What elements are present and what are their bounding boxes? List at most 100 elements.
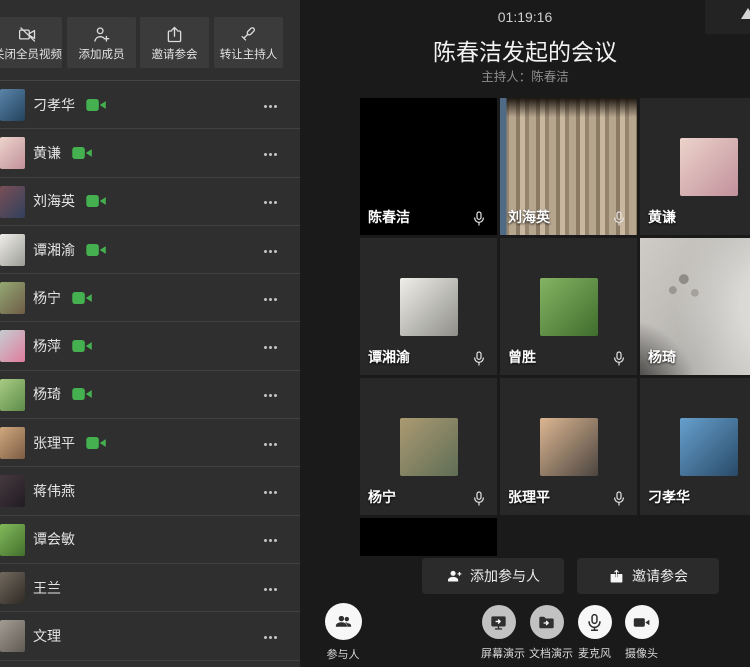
- participant-avatar: [0, 282, 25, 314]
- participant-name: 谭会敏: [33, 529, 75, 549]
- participant-row[interactable]: 杨琦: [0, 371, 300, 419]
- toolbar: 关闭全员视频 添加成员: [0, 0, 300, 81]
- toolbar-button-label: 邀请参会: [152, 50, 198, 62]
- mic-icon: [471, 210, 487, 228]
- participant-avatar: [0, 572, 25, 604]
- more-options-icon[interactable]: [264, 588, 278, 592]
- mic-icon: [471, 350, 487, 368]
- toolbar-button-label: 转让主持人: [220, 50, 278, 62]
- tile-avatar: [540, 278, 598, 336]
- tile-avatar: [680, 138, 738, 196]
- doc-share-button[interactable]: 文档演示: [529, 605, 564, 661]
- mic-icon: [611, 490, 627, 508]
- more-options-icon[interactable]: [264, 298, 278, 302]
- participant-list: 刁孝华 黄谦 刘海英: [0, 81, 300, 667]
- more-options-icon[interactable]: [264, 394, 278, 398]
- participant-row[interactable]: 谭湘渝: [0, 226, 300, 274]
- tile-participant-name: 张理平: [508, 487, 550, 507]
- more-options-icon[interactable]: [264, 491, 278, 495]
- participant-row[interactable]: 黄谦: [0, 129, 300, 177]
- tile-participant-name: 谭湘渝: [368, 347, 410, 367]
- participant-row[interactable]: 文理: [0, 612, 300, 660]
- invite-meeting-label: 邀请参会: [632, 566, 688, 586]
- participant-name: 刘海英: [33, 191, 75, 211]
- video-tile[interactable]: 曾胜: [500, 238, 637, 375]
- participant-name: 刁孝华: [33, 95, 75, 115]
- participant-row[interactable]: 杨萍: [0, 322, 300, 370]
- toolbar-button-label: 添加成员: [79, 50, 125, 62]
- screen-share-icon: [482, 605, 516, 639]
- add-participant-label: 添加参与人: [470, 566, 540, 586]
- video-tile[interactable]: 杨宁: [360, 378, 497, 515]
- mic-icon: [611, 210, 627, 228]
- participant-row[interactable]: 刁孝华: [0, 81, 300, 129]
- video-tile[interactable]: 刘海英: [500, 98, 637, 235]
- camera-on-icon: [86, 98, 107, 111]
- tile-avatar: [680, 418, 738, 476]
- video-tile[interactable]: 黄谦: [640, 98, 750, 235]
- more-options-icon[interactable]: [264, 105, 278, 109]
- participant-avatar: [0, 427, 25, 459]
- screen-share-label: 屏幕演示: [481, 645, 516, 661]
- participant-row[interactable]: 杨宁: [0, 274, 300, 322]
- video-tile[interactable]: 刁孝华: [640, 378, 750, 515]
- participant-avatar: [0, 620, 25, 652]
- more-options-icon[interactable]: [264, 153, 278, 157]
- add-participant-button[interactable]: 添加参与人: [422, 558, 564, 594]
- tile-avatar: [400, 418, 458, 476]
- participants-icon: [325, 603, 362, 640]
- camera-button[interactable]: 摄像头: [624, 605, 659, 661]
- participant-avatar: [0, 379, 25, 411]
- more-options-icon[interactable]: [264, 346, 278, 350]
- tile-participant-name: 曾胜: [508, 347, 536, 367]
- participant-row[interactable]: 张理平: [0, 419, 300, 467]
- participant-avatar: [0, 234, 25, 266]
- close-all-video-button[interactable]: 关闭全员视频: [0, 17, 62, 68]
- camera-on-icon: [72, 340, 93, 353]
- screen-share-button[interactable]: 屏幕演示: [481, 605, 516, 661]
- camera-on-icon: [72, 291, 93, 304]
- video-tile[interactable]: [360, 518, 497, 556]
- participant-name: 杨萍: [33, 336, 61, 356]
- participant-name: 文理: [33, 626, 61, 646]
- camera-icon: [625, 605, 659, 639]
- more-options-icon[interactable]: [264, 250, 278, 254]
- tile-participant-name: 杨琦: [648, 347, 676, 367]
- more-options-icon[interactable]: [264, 539, 278, 543]
- more-options-icon[interactable]: [264, 201, 278, 205]
- doc-share-icon: [530, 605, 564, 639]
- participant-avatar: [0, 475, 25, 507]
- video-tile[interactable]: 谭湘渝: [360, 238, 497, 375]
- camera-on-icon: [72, 388, 93, 401]
- participant-row[interactable]: 谭会敏: [0, 516, 300, 564]
- invite-button[interactable]: 邀请参会: [140, 17, 209, 68]
- more-options-icon[interactable]: [264, 636, 278, 640]
- participant-name: 张理平: [33, 433, 75, 453]
- participant-name: 谭湘渝: [33, 240, 75, 260]
- tile-avatar: [540, 418, 598, 476]
- participant-row[interactable]: 蒋伟燕: [0, 467, 300, 515]
- person-add-filled-icon: [446, 568, 463, 585]
- participants-button[interactable]: 参与人: [324, 603, 362, 662]
- transfer-host-button[interactable]: 转让主持人: [214, 17, 283, 68]
- tile-participant-name: 刘海英: [508, 207, 550, 227]
- video-tile[interactable]: 陈春洁: [360, 98, 497, 235]
- participants-label: 参与人: [324, 646, 362, 662]
- participant-row[interactable]: 王兰: [0, 564, 300, 612]
- camera-on-icon: [86, 436, 107, 449]
- share-filled-icon: [608, 568, 625, 585]
- more-options-icon[interactable]: [264, 443, 278, 447]
- microphone-label: 麦克风: [577, 645, 612, 661]
- tile-participant-name: 杨宁: [368, 487, 396, 507]
- invite-meeting-button[interactable]: 邀请参会: [577, 558, 719, 594]
- video-tile[interactable]: 张理平: [500, 378, 637, 515]
- participant-row[interactable]: 刘海英: [0, 178, 300, 226]
- microphone-button[interactable]: 麦克风: [577, 605, 612, 661]
- participant-avatar: [0, 137, 25, 169]
- microphone-icon: [578, 605, 612, 639]
- video-tile[interactable]: 杨琦: [640, 238, 750, 375]
- add-member-button[interactable]: 添加成员: [67, 17, 136, 68]
- participant-avatar: [0, 524, 25, 556]
- main-stage: 01:19:16 陈春洁发起的会议 主持人：陈春洁 陈春洁 刘海英 黄谦: [300, 0, 750, 667]
- participant-name: 杨宁: [33, 288, 61, 308]
